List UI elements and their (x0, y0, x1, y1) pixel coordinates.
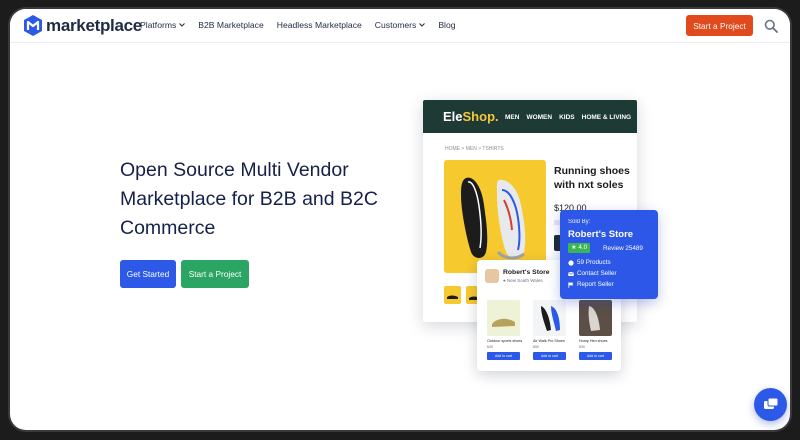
shop-nav-item: MEN (505, 114, 520, 121)
product-image (487, 300, 520, 336)
store-product: Outdoor sports shoes $49 Add to cart (487, 300, 523, 366)
product-price: $59 (533, 345, 539, 349)
store-product: Air Walk Pro Shoes $59 Add to cart (533, 300, 566, 366)
chevron-down-icon (179, 23, 186, 27)
flag-icon (568, 281, 574, 288)
seller-name: Robert's Store (568, 229, 634, 240)
add-to-cart-button: Add to cart (579, 352, 612, 360)
product-price: $39 (579, 345, 585, 349)
store-location-text: New South Wales (506, 278, 543, 283)
product-thumbnail (444, 286, 461, 304)
product-name: Hump Hen shoes (579, 339, 608, 343)
shop-nav-item: HOME & LIVING (581, 114, 632, 121)
chevron-down-icon (419, 23, 426, 27)
menu-label: Customers (374, 20, 417, 30)
add-to-cart-button: Add to cart (533, 352, 566, 360)
mail-icon (568, 271, 574, 276)
shop-nav: MEN WOMEN KIDS HOME & LIVING (505, 114, 631, 121)
seller-products: 59 Products (568, 259, 611, 266)
shop-breadcrumb: HOME > MEN > TSHIRTS (445, 146, 504, 152)
product-title: Running shoes with nxt soles (554, 165, 630, 191)
brand-accent: Shop. (462, 109, 499, 124)
report-seller-text: Report Seller (577, 281, 614, 288)
menu-label: Blog (438, 20, 456, 30)
brand-main: Ele (443, 109, 463, 124)
main-menu: Platforms B2B Marketplace Headless Marke… (140, 20, 456, 30)
browser-viewport: marketplace Platforms B2B Marketplace He… (10, 9, 790, 430)
product-image (533, 300, 566, 336)
contact-seller-text: Contact Seller (577, 270, 617, 277)
hero-title-line: Open Source Multi Vendor (120, 159, 349, 181)
shop-brand: EleShop. (443, 109, 499, 124)
menu-item-blog[interactable]: Blog (438, 20, 455, 30)
product-name: Air Walk Pro Shoes (533, 339, 565, 343)
sold-by-label: Sold By: (568, 219, 591, 225)
store-name: Robert's Store (503, 269, 550, 276)
menu-label: B2B Marketplace (198, 20, 264, 30)
product-name: Outdoor sports shoes (487, 339, 523, 343)
start-project-hero-button[interactable]: Start a Project (181, 260, 249, 288)
review-count: Review 25489 (603, 245, 643, 252)
chat-icon (763, 397, 778, 409)
top-navbar: marketplace Platforms B2B Marketplace He… (10, 9, 790, 43)
store-location: ● New South Wales (503, 278, 543, 283)
menu-item-headless-marketplace[interactable]: Headless Marketplace (277, 20, 362, 30)
get-started-button[interactable]: Get Started (120, 260, 176, 288)
product-image (444, 160, 546, 273)
seller-card: Sold By: Robert's Store ★ 4.0 Review 254… (560, 210, 658, 299)
product-image (579, 300, 612, 336)
shoe-image-icon (461, 177, 526, 260)
store-product: Hump Hen shoes $39 Add to cart (579, 300, 612, 366)
report-seller: Report Seller (568, 281, 614, 288)
menu-item-b2b-marketplace[interactable]: B2B Marketplace (198, 20, 263, 30)
box-icon (568, 259, 574, 266)
product-price: $49 (487, 345, 493, 349)
rating-badge: ★ 4.0 (568, 243, 591, 253)
menu-item-customers[interactable]: Customers (375, 20, 426, 30)
menu-label: Platforms (140, 20, 177, 30)
menu-item-platforms[interactable]: Platforms (140, 20, 186, 30)
start-project-nav-button[interactable]: Start a Project (686, 15, 753, 36)
seller-products-text: 59 Products (577, 259, 611, 266)
contact-seller: Contact Seller (568, 270, 617, 277)
search-icon[interactable] (764, 19, 778, 33)
hero-title-line: Marketplace for B2B and B2C (120, 188, 378, 210)
marketplace-logo-icon (24, 15, 42, 36)
store-avatar (485, 269, 499, 283)
shop-nav-item: WOMEN (526, 114, 553, 121)
hero-title: Open Source Multi Vendor Marketplace for… (120, 156, 410, 243)
chat-button[interactable] (754, 388, 787, 421)
logo-text: marketplace (46, 15, 142, 35)
shop-header: EleShop. MEN WOMEN KIDS HOME & LIVING (423, 100, 637, 133)
site-logo[interactable]: marketplace (24, 15, 142, 36)
add-to-cart-button: Add to cart (487, 352, 520, 360)
menu-label: Headless Marketplace (276, 20, 362, 30)
shop-nav-item: KIDS (559, 114, 575, 121)
hero-title-line: Commerce (120, 217, 216, 239)
